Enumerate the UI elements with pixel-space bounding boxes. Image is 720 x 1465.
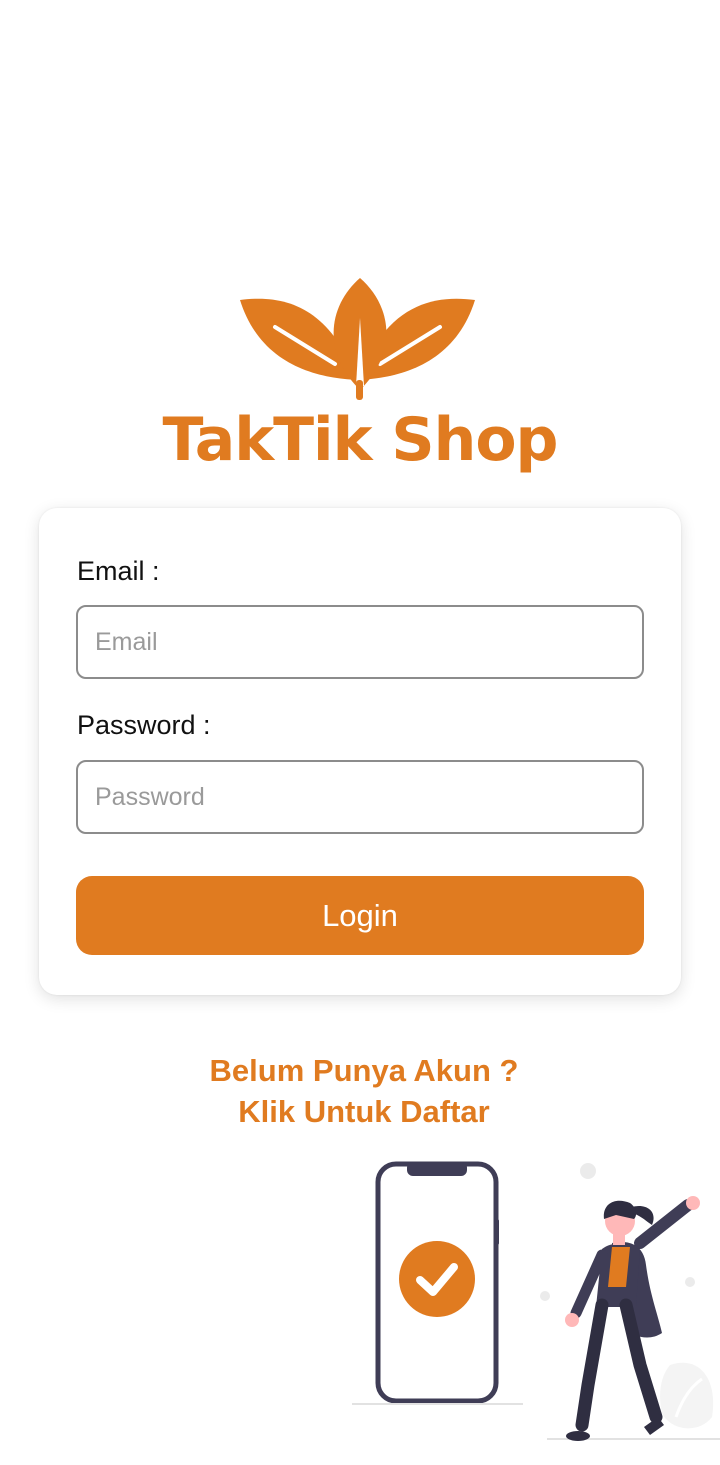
email-label: Email : <box>77 556 160 586</box>
checkmark-icon <box>399 1241 475 1317</box>
register-line-2: Klik Untuk Daftar <box>238 1094 490 1129</box>
register-line-1: Belum Punya Akun ? <box>209 1053 519 1088</box>
login-card: Email : Password : Login <box>39 508 681 995</box>
login-button[interactable]: Login <box>76 876 644 955</box>
password-label: Password : <box>77 710 211 740</box>
email-input[interactable] <box>76 605 644 679</box>
password-input[interactable] <box>76 760 644 834</box>
register-link[interactable]: Belum Punya Akun ? Klik Untuk Daftar <box>0 1050 720 1132</box>
leaf-logo-icon <box>240 278 475 400</box>
login-success-illustration <box>352 1161 720 1441</box>
brand-name: TakTik Shop <box>162 405 559 475</box>
